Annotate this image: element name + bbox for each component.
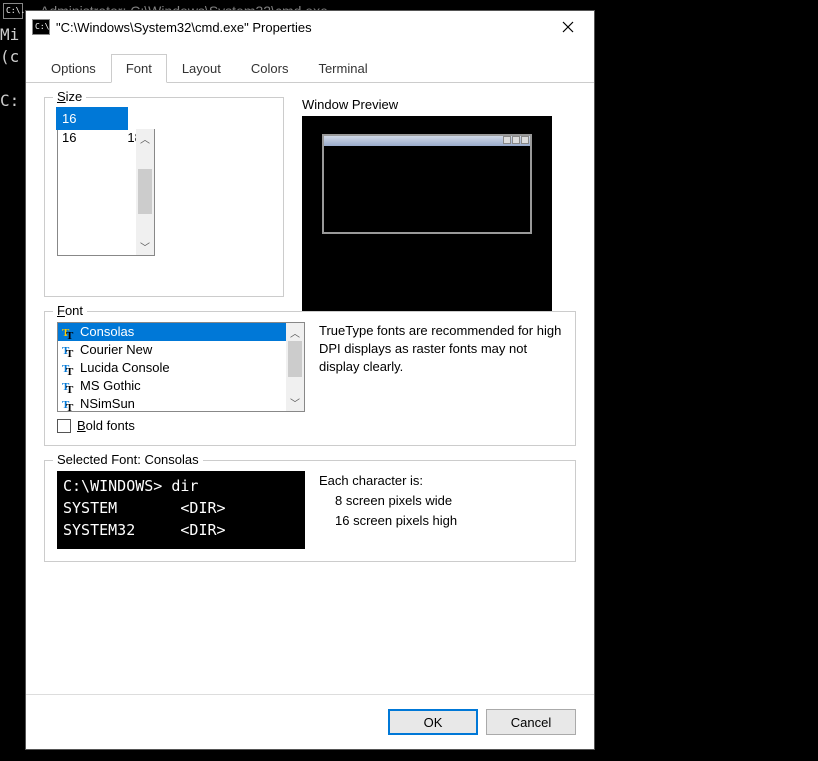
font-item-ms-gothic[interactable]: MS Gothic <box>58 377 286 395</box>
properties-dialog: C:\. "C:\Windows\System32\cmd.exe" Prope… <box>25 10 595 750</box>
window-preview-group: Window Preview <box>302 97 576 311</box>
preview-window-titlebar <box>324 136 530 146</box>
dialog-title: "C:\Windows\System32\cmd.exe" Properties <box>56 20 548 35</box>
ok-button[interactable]: OK <box>388 709 478 735</box>
selected-font-group: Selected Font: Consolas C:\WINDOWS> dir … <box>44 460 576 562</box>
bold-label: Bold fonts <box>77 418 135 433</box>
size-listbox[interactable]: 16 18 20 24 28 36 72 ︿ ﹀ <box>57 129 155 256</box>
bg-terminal-text: Mi (c C: <box>0 24 19 112</box>
truetype-icon <box>62 343 76 357</box>
font-item-consolas[interactable]: Consolas <box>58 323 286 341</box>
character-info: Each character is: 8 screen pixels wide … <box>319 471 457 549</box>
dialog-buttons: OK Cancel <box>26 694 594 749</box>
tab-colors[interactable]: Colors <box>236 54 304 83</box>
truetype-icon <box>62 379 76 393</box>
font-item-courier-new[interactable]: Courier New <box>58 341 286 359</box>
tab-font[interactable]: Font <box>111 54 167 83</box>
scroll-thumb[interactable] <box>288 341 302 377</box>
font-group-label: Font <box>53 303 87 318</box>
cancel-button[interactable]: Cancel <box>486 709 576 735</box>
scroll-thumb[interactable] <box>138 169 152 214</box>
cmd-icon: C:\. <box>32 19 50 35</box>
close-icon <box>562 21 574 33</box>
size-group: Size 16 18 20 24 28 36 72 ︿ ﹀ <box>44 97 284 297</box>
preview-window <box>322 134 532 234</box>
font-item-lucida-console[interactable]: Lucida Console <box>58 359 286 377</box>
titlebar: C:\. "C:\Windows\System32\cmd.exe" Prope… <box>26 11 594 43</box>
size-input[interactable] <box>57 108 127 129</box>
scroll-down-icon[interactable]: ﹀ <box>136 237 154 255</box>
font-item-nsimsun[interactable]: NSimSun <box>58 395 286 412</box>
truetype-icon <box>62 325 76 339</box>
size-scrollbar[interactable]: ︿ ﹀ <box>136 129 154 255</box>
font-group: Font Consolas Courier New Lucida Console… <box>44 311 576 446</box>
scroll-down-icon[interactable]: ﹀ <box>286 393 304 411</box>
selected-font-label: Selected Font: Consolas <box>53 452 203 467</box>
truetype-icon <box>62 361 76 375</box>
tab-terminal[interactable]: Terminal <box>303 54 382 83</box>
size-label: Size <box>53 89 86 104</box>
bg-cmd-icon: C:\. <box>3 3 23 19</box>
close-button[interactable] <box>548 13 588 41</box>
font-tab-content: Size 16 18 20 24 28 36 72 ︿ ﹀ <box>26 83 594 694</box>
char-height-info: 16 screen pixels high <box>319 511 457 531</box>
tabbar: Options Font Layout Colors Terminal <box>26 53 594 83</box>
font-scrollbar[interactable]: ︿ ﹀ <box>286 323 304 411</box>
font-listbox[interactable]: Consolas Courier New Lucida Console MS G… <box>57 322 305 412</box>
char-info-heading: Each character is: <box>319 471 457 491</box>
char-width-info: 8 screen pixels wide <box>319 491 457 511</box>
bold-fonts-row[interactable]: Bold fonts <box>57 418 305 433</box>
size-item[interactable]: 16 <box>58 129 120 147</box>
tab-layout[interactable]: Layout <box>167 54 236 83</box>
font-sample-preview: C:\WINDOWS> dir SYSTEM <DIR> SYSTEM32 <D… <box>57 471 305 549</box>
window-preview <box>302 116 552 311</box>
truetype-icon <box>62 397 76 411</box>
bold-checkbox[interactable] <box>57 419 71 433</box>
scroll-up-icon[interactable]: ︿ <box>286 323 304 341</box>
tab-options[interactable]: Options <box>36 54 111 83</box>
window-preview-label: Window Preview <box>302 97 576 112</box>
font-hint-text: TrueType fonts are recommended for high … <box>319 322 563 433</box>
scroll-up-icon[interactable]: ︿ <box>136 129 154 147</box>
